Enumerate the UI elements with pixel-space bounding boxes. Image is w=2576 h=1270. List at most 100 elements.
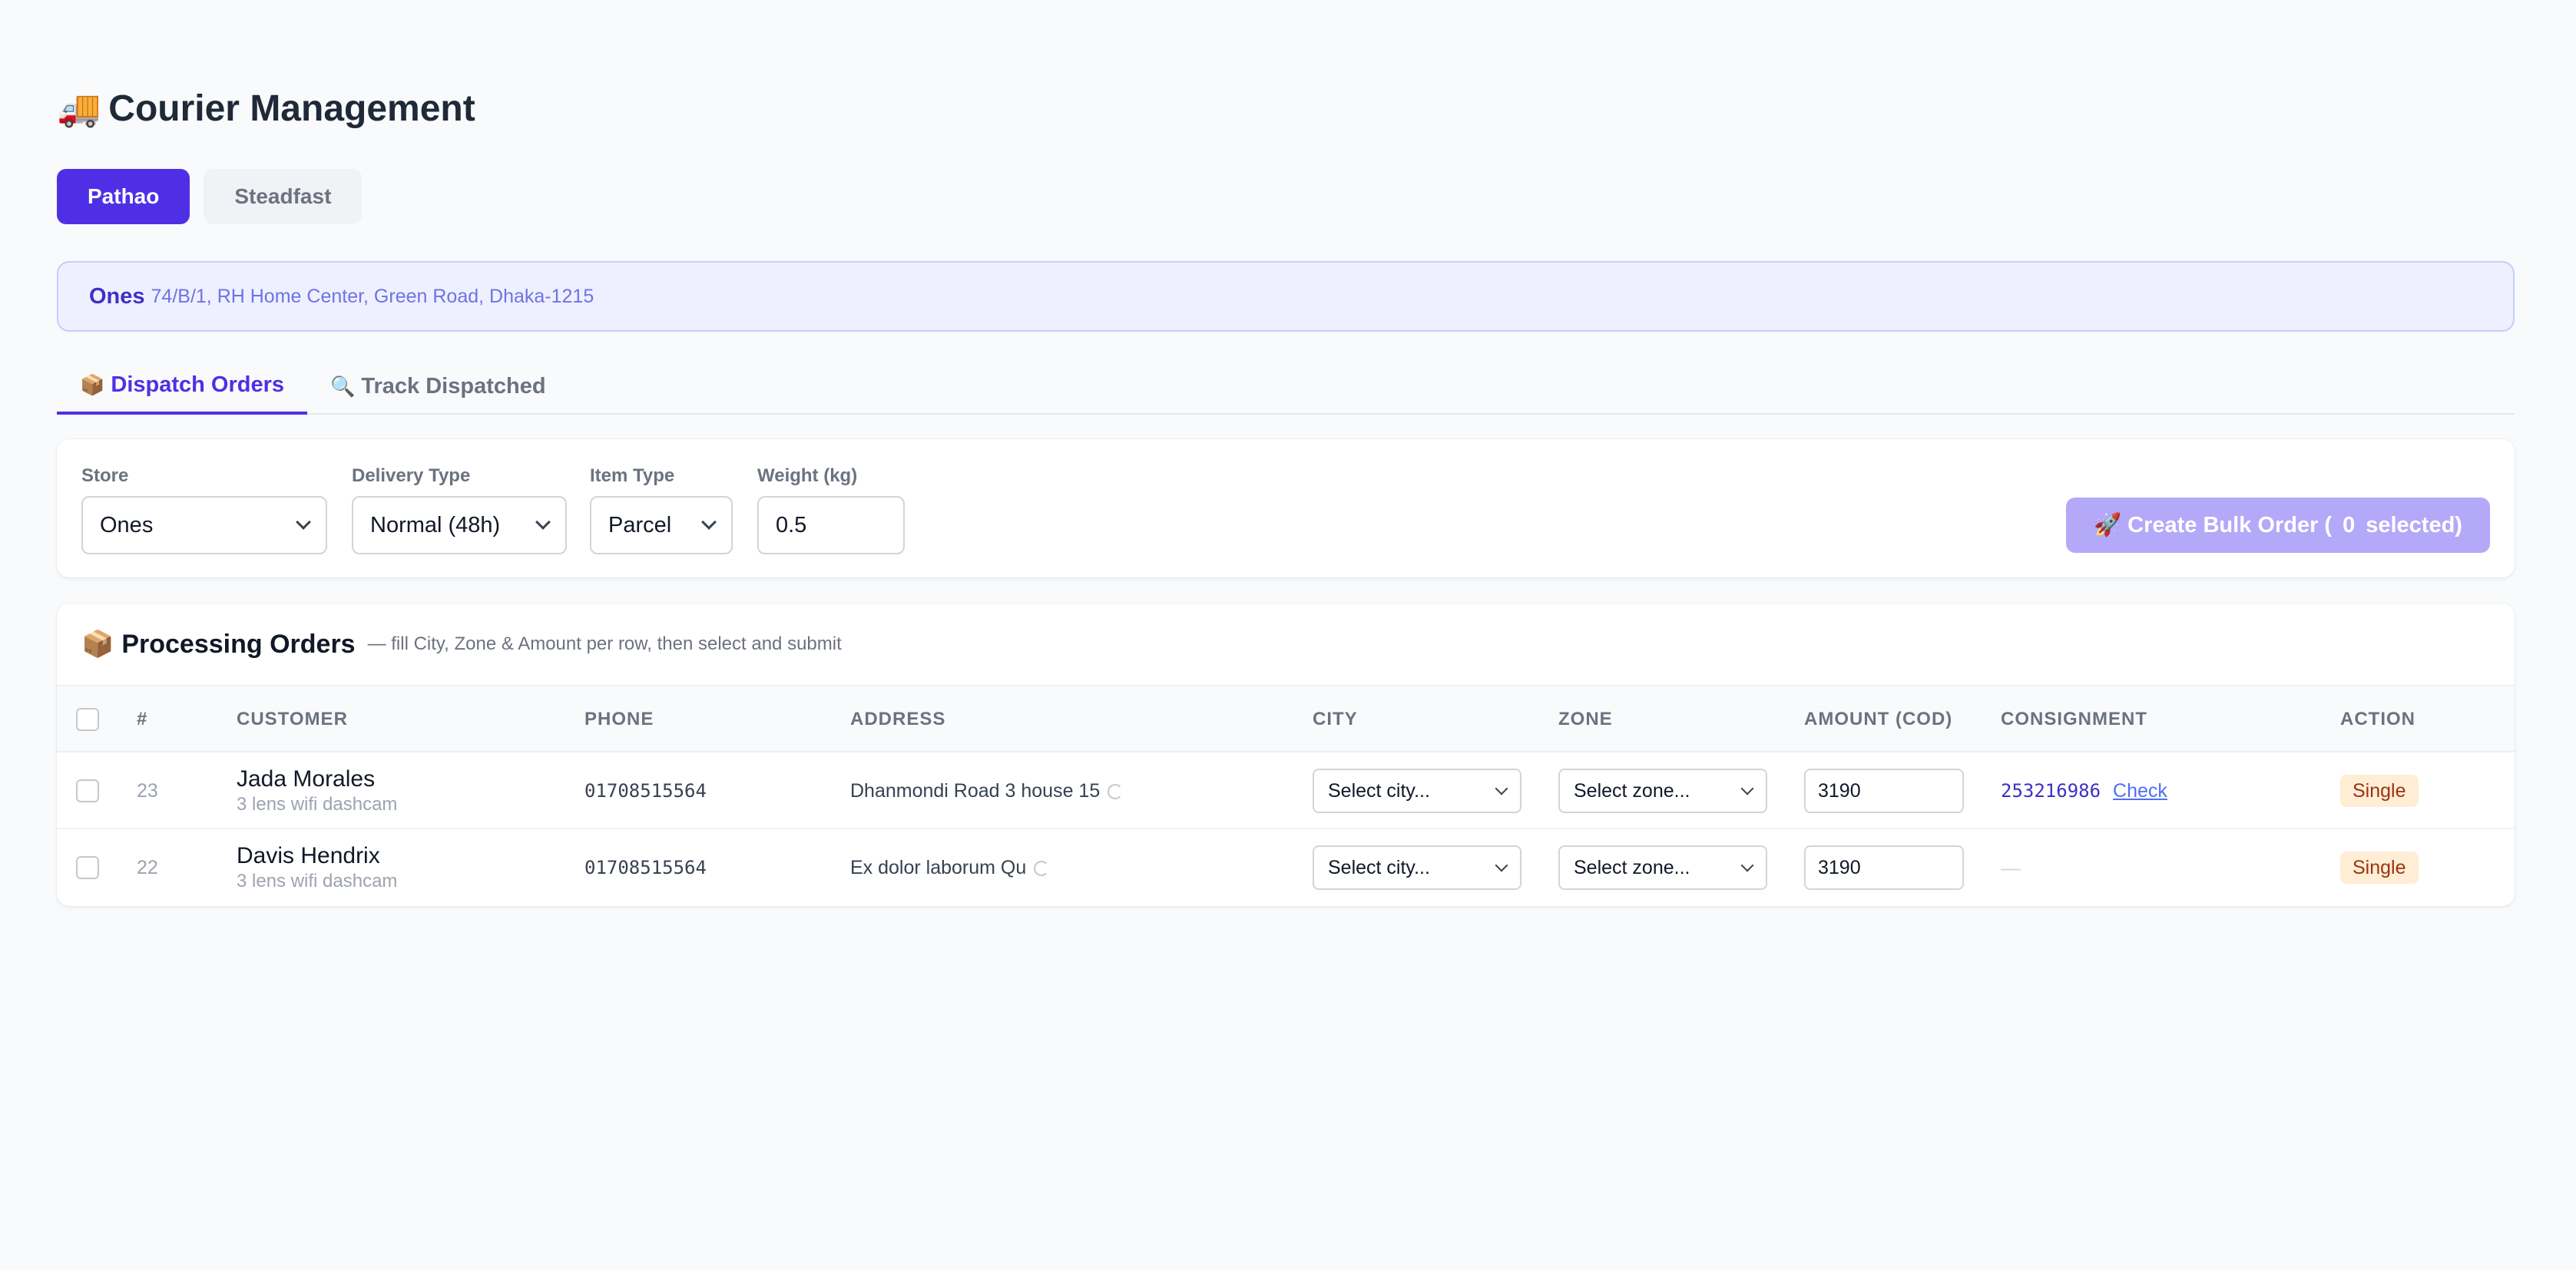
order-number: 22 <box>137 856 158 878</box>
product-name: 3 lens wifi dashcam <box>237 794 398 815</box>
store-name: Ones <box>89 283 145 309</box>
customer-name: Davis Hendrix <box>237 843 380 868</box>
amount-input[interactable]: 3190 <box>1804 769 1964 813</box>
chevron-down-icon <box>1740 858 1754 872</box>
row-select-cell <box>76 829 99 906</box>
item-type-value: Parcel <box>608 512 672 537</box>
bulk-selected-count: 0 <box>2343 512 2356 537</box>
chevron-down-icon <box>1495 782 1508 795</box>
address-cell: Dhanmondi Road 3 house 15 <box>850 752 1124 829</box>
zone-cell: Select zone... <box>1558 829 1767 906</box>
chevron-down-icon <box>701 514 717 530</box>
item-type-select[interactable]: Parcel <box>590 496 733 554</box>
customer-name: Jada Morales <box>237 766 376 792</box>
package-icon: 📦 <box>80 372 105 396</box>
col-header-action: ACTION <box>2340 709 2415 729</box>
tab-track-dispatched[interactable]: 🔍 Track Dispatched <box>307 358 569 415</box>
store-filter: Store Ones <box>81 464 327 554</box>
action-cell: Single <box>2340 752 2419 829</box>
row-checkbox[interactable] <box>76 779 99 802</box>
single-order-badge[interactable]: Single <box>2340 775 2419 807</box>
table-header: # CUSTOMER PHONE ADDRESS CITY ZONE AMOUN… <box>57 686 2515 752</box>
action-cell: Single <box>2340 829 2419 906</box>
address-text: Ex dolor laborum Qu <box>850 856 1027 878</box>
delivery-type-filter: Delivery Type Normal (48h) <box>352 464 567 554</box>
weight-value: 0.5 <box>776 512 807 537</box>
col-header-address: ADDRESS <box>850 709 946 729</box>
item-type-filter: Item Type Parcel <box>590 464 733 554</box>
item-type-label: Item Type <box>590 465 675 486</box>
consignment-empty: — <box>2001 855 2021 879</box>
chevron-down-icon <box>296 514 311 530</box>
google-maps-icon[interactable] <box>1034 861 1050 876</box>
col-header-city: CITY <box>1313 709 1358 729</box>
col-header-phone: PHONE <box>584 709 654 729</box>
processing-orders-card: 📦 Processing Orders — fill City, Zone & … <box>57 604 2515 906</box>
consignment-cell: 253216986 Check <box>2001 752 2167 829</box>
weight-label: Weight (kg) <box>757 465 858 486</box>
store-select[interactable]: Ones <box>81 496 327 554</box>
select-all-checkbox[interactable] <box>76 708 99 731</box>
col-header-zone: ZONE <box>1558 709 1613 729</box>
orders-title: 📦 Processing Orders <box>81 629 356 660</box>
select-all-cell <box>76 686 99 752</box>
create-bulk-order-button[interactable]: 🚀 Create Bulk Order ( 0 selected) <box>2066 498 2490 553</box>
chevron-down-icon <box>1740 782 1754 795</box>
customer-cell: Davis Hendrix 3 lens wifi dashcam <box>237 829 397 906</box>
zone-select[interactable]: Select zone... <box>1558 845 1767 890</box>
delivery-type-select[interactable]: Normal (48h) <box>352 496 567 554</box>
city-cell: Select city... <box>1313 829 1521 906</box>
orders-subtitle: — fill City, Zone & Amount per row, then… <box>367 633 842 654</box>
filters-card: Store Ones Delivery Type Normal (48h) It… <box>57 439 2515 577</box>
city-select[interactable]: Select city... <box>1313 769 1521 813</box>
row-checkbox[interactable] <box>76 856 99 879</box>
city-cell: Select city... <box>1313 752 1521 829</box>
page-title: 🚚 Courier Management <box>57 83 475 134</box>
city-select[interactable]: Select city... <box>1313 845 1521 890</box>
google-maps-icon[interactable] <box>1108 784 1124 799</box>
customer-cell: Jada Morales 3 lens wifi dashcam <box>237 752 397 829</box>
store-address: 74/B/1, RH Home Center, Green Road, Dhak… <box>151 285 594 307</box>
tab-pathao[interactable]: Pathao <box>57 169 190 224</box>
address-cell: Ex dolor laborum Qu <box>850 829 1050 906</box>
truck-icon: 🚚 <box>57 88 101 128</box>
zone-select[interactable]: Select zone... <box>1558 769 1767 813</box>
table-row: 23 Jada Morales 3 lens wifi dashcam 0170… <box>57 752 2515 829</box>
single-order-badge[interactable]: Single <box>2340 852 2419 884</box>
view-tabs: 📦 Dispatch Orders 🔍 Track Dispatched <box>57 358 2515 415</box>
bulk-button-suffix: selected) <box>2366 512 2462 537</box>
col-header-amount: AMOUNT (COD) <box>1804 709 1953 729</box>
tab-steadfast[interactable]: Steadfast <box>204 169 363 224</box>
orders-title-text: Processing Orders <box>121 629 356 659</box>
city-select-placeholder: Select city... <box>1328 856 1430 878</box>
phone-number: 01708515564 <box>584 857 707 878</box>
orders-header: 📦 Processing Orders — fill City, Zone & … <box>57 604 2515 686</box>
delivery-type-label: Delivery Type <box>352 465 471 486</box>
store-select-value: Ones <box>100 512 154 537</box>
check-consignment-link[interactable]: Check <box>2113 780 2167 802</box>
amount-cell: 3190 <box>1804 829 1964 906</box>
page-title-text: Courier Management <box>108 88 475 129</box>
weight-input[interactable]: 0.5 <box>757 496 905 554</box>
rocket-icon: 🚀 <box>2094 513 2122 537</box>
zone-cell: Select zone... <box>1558 752 1767 829</box>
tab-dispatch-orders[interactable]: 📦 Dispatch Orders <box>57 358 308 415</box>
consignment-cell: — <box>2001 829 2021 906</box>
zone-select-placeholder: Select zone... <box>1574 779 1690 802</box>
tab-track-dispatched-label: Track Dispatched <box>361 373 546 399</box>
weight-filter: Weight (kg) 0.5 <box>757 464 905 554</box>
courier-tabs: Pathao Steadfast <box>57 169 363 224</box>
product-name: 3 lens wifi dashcam <box>237 871 398 891</box>
amount-input[interactable]: 3190 <box>1804 845 1964 890</box>
magnifier-icon: 🔍 <box>330 374 356 398</box>
consignment-id: 253216986 <box>2001 780 2101 802</box>
store-label: Store <box>81 465 129 486</box>
bulk-button-prefix: Create Bulk Order ( <box>2127 512 2333 537</box>
store-banner: Ones 74/B/1, RH Home Center, Green Road,… <box>57 261 2515 332</box>
delivery-type-value: Normal (48h) <box>370 512 501 537</box>
col-header-customer: CUSTOMER <box>237 709 348 729</box>
phone-number: 01708515564 <box>584 780 707 802</box>
col-header-consignment: CONSIGNMENT <box>2001 709 2147 729</box>
package-icon: 📦 <box>81 630 114 659</box>
zone-select-placeholder: Select zone... <box>1574 856 1690 878</box>
